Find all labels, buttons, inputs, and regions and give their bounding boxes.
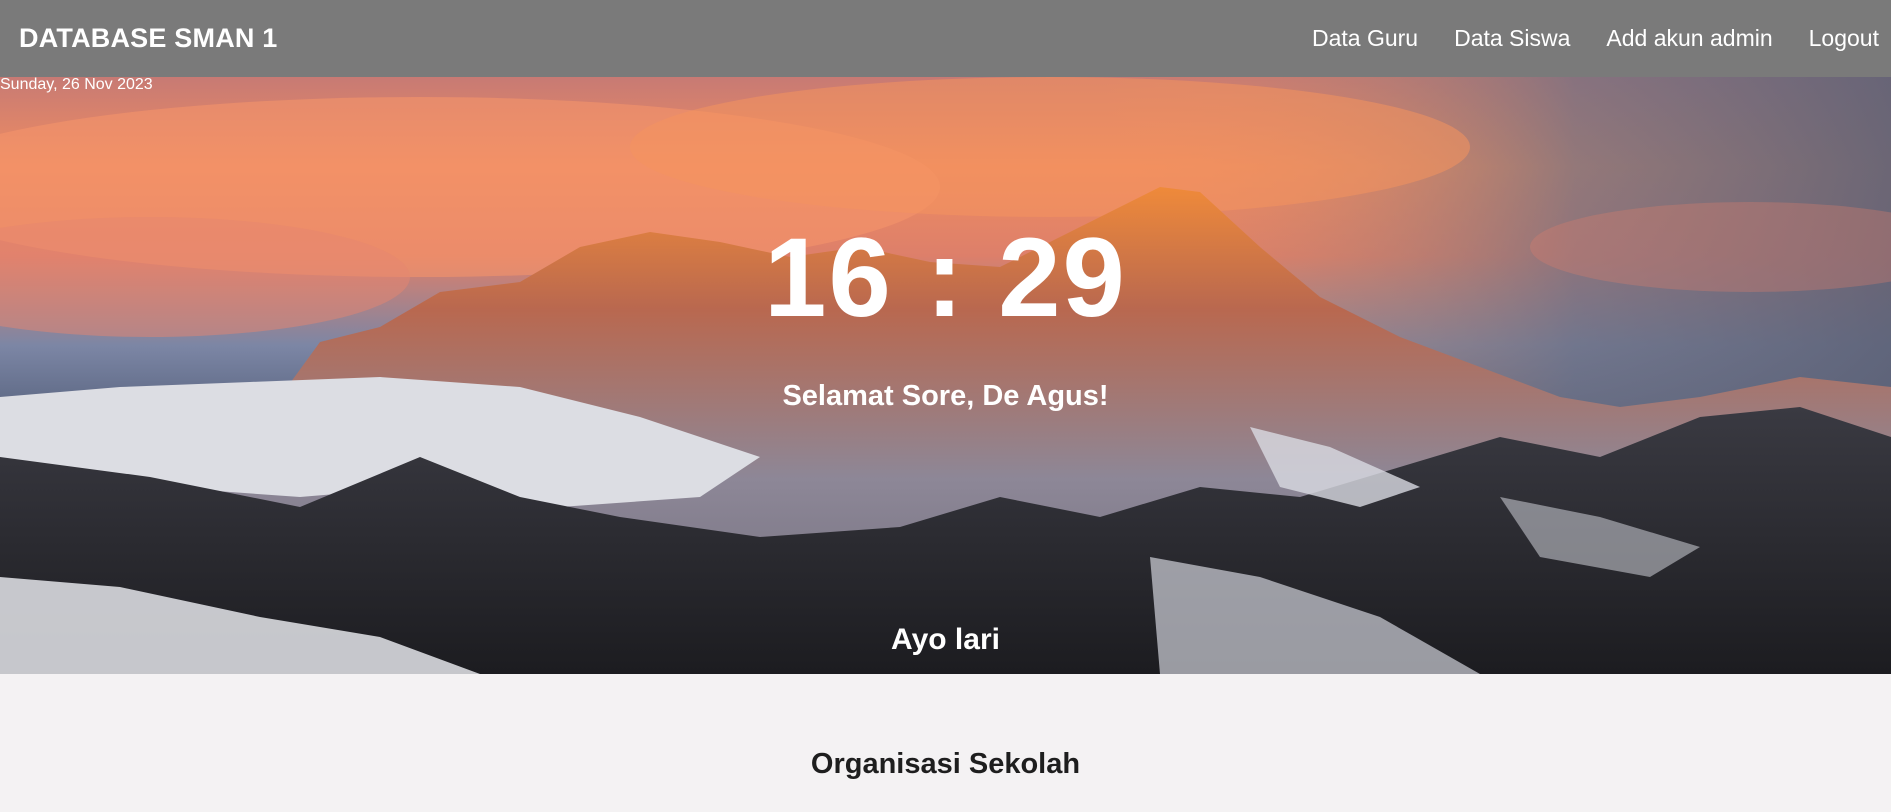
nav-link-data-guru[interactable]: Data Guru — [1312, 25, 1418, 52]
navbar: DATABASE SMAN 1 Data Guru Data Siswa Add… — [0, 0, 1891, 77]
nav-links: Data Guru Data Siswa Add akun admin Logo… — [1312, 25, 1879, 52]
current-date: Sunday, 26 Nov 2023 — [0, 76, 153, 93]
mountain-background-image — [0, 77, 1891, 674]
clock-display: 16 : 29 — [764, 215, 1127, 340]
nav-link-data-siswa[interactable]: Data Siswa — [1454, 25, 1570, 52]
greeting-text: Selamat Sore, De Agus! — [782, 380, 1109, 412]
section-title-organisasi: Organisasi Sekolah — [810, 748, 1081, 780]
motto-text: Ayo lari — [891, 623, 1000, 656]
site-brand[interactable]: DATABASE SMAN 1 — [19, 23, 278, 54]
hero-banner — [0, 77, 1891, 674]
nav-link-add-akun-admin[interactable]: Add akun admin — [1606, 25, 1772, 52]
nav-link-logout[interactable]: Logout — [1809, 25, 1879, 52]
